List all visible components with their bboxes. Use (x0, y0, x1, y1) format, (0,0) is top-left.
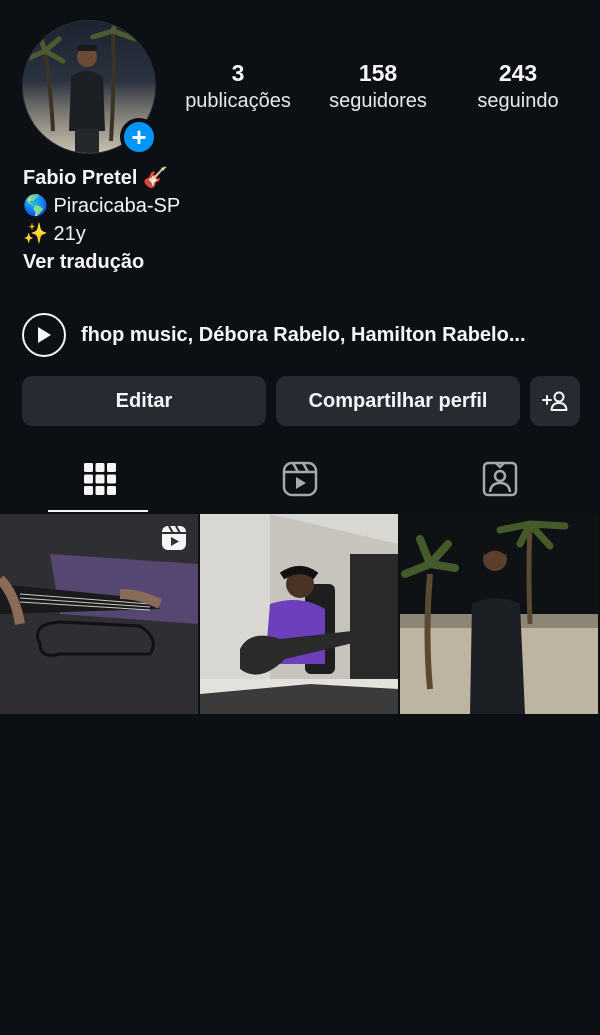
stat-followers[interactable]: 158 seguidores (308, 58, 448, 114)
posts-grid (0, 514, 600, 714)
tab-posts[interactable] (0, 446, 200, 512)
profile-location: 🌎 Piracicaba-SP (23, 195, 181, 217)
post-thumbnail-2[interactable] (200, 514, 398, 714)
grid-icon (84, 463, 116, 495)
reels-icon (282, 461, 318, 497)
play-icon[interactable] (22, 313, 66, 357)
profile-music[interactable]: fhop music, Débora Rabelo, Hamilton Rabe… (22, 313, 526, 357)
stat-followers-count: 158 (358, 60, 398, 86)
profile-avatar[interactable]: + (22, 20, 158, 156)
reel-badge-icon (160, 524, 188, 552)
stat-following-label: seguindo (477, 90, 559, 112)
profile-stats: 3 publicações 158 seguidores 243 seguind… (168, 58, 588, 114)
stat-posts[interactable]: 3 publicações (168, 58, 308, 114)
share-profile-button[interactable]: Compartilhar perfil (276, 376, 520, 426)
post-thumbnail-3[interactable] (400, 514, 598, 714)
music-artists: fhop music, Débora Rabelo, Hamilton Rabe… (81, 323, 526, 346)
stat-posts-label: publicações (185, 90, 291, 112)
stat-following[interactable]: 243 seguindo (448, 58, 588, 114)
post-thumbnail-1[interactable] (0, 514, 198, 714)
see-translation-link[interactable]: Ver tradução (23, 248, 180, 276)
profile-name: Fabio Pretel 🎸 (23, 167, 168, 189)
profile-tabs (0, 446, 600, 512)
profile-age: ✨ 21y (23, 223, 86, 245)
stat-followers-label: seguidores (329, 90, 427, 112)
stat-following-count: 243 (498, 60, 538, 86)
add-person-icon (542, 391, 568, 411)
tagged-icon (482, 461, 518, 497)
edit-profile-button[interactable]: Editar (22, 376, 266, 426)
add-story-button[interactable]: + (120, 118, 158, 156)
profile-actions: Editar Compartilhar perfil (22, 376, 580, 426)
discover-people-button[interactable] (530, 376, 580, 426)
profile-bio: Fabio Pretel 🎸 🌎 Piracicaba-SP ✨ 21y Ver… (23, 164, 180, 276)
tab-reels[interactable] (200, 446, 400, 512)
stat-posts-count: 3 (231, 60, 245, 86)
tab-tagged[interactable] (400, 446, 600, 512)
